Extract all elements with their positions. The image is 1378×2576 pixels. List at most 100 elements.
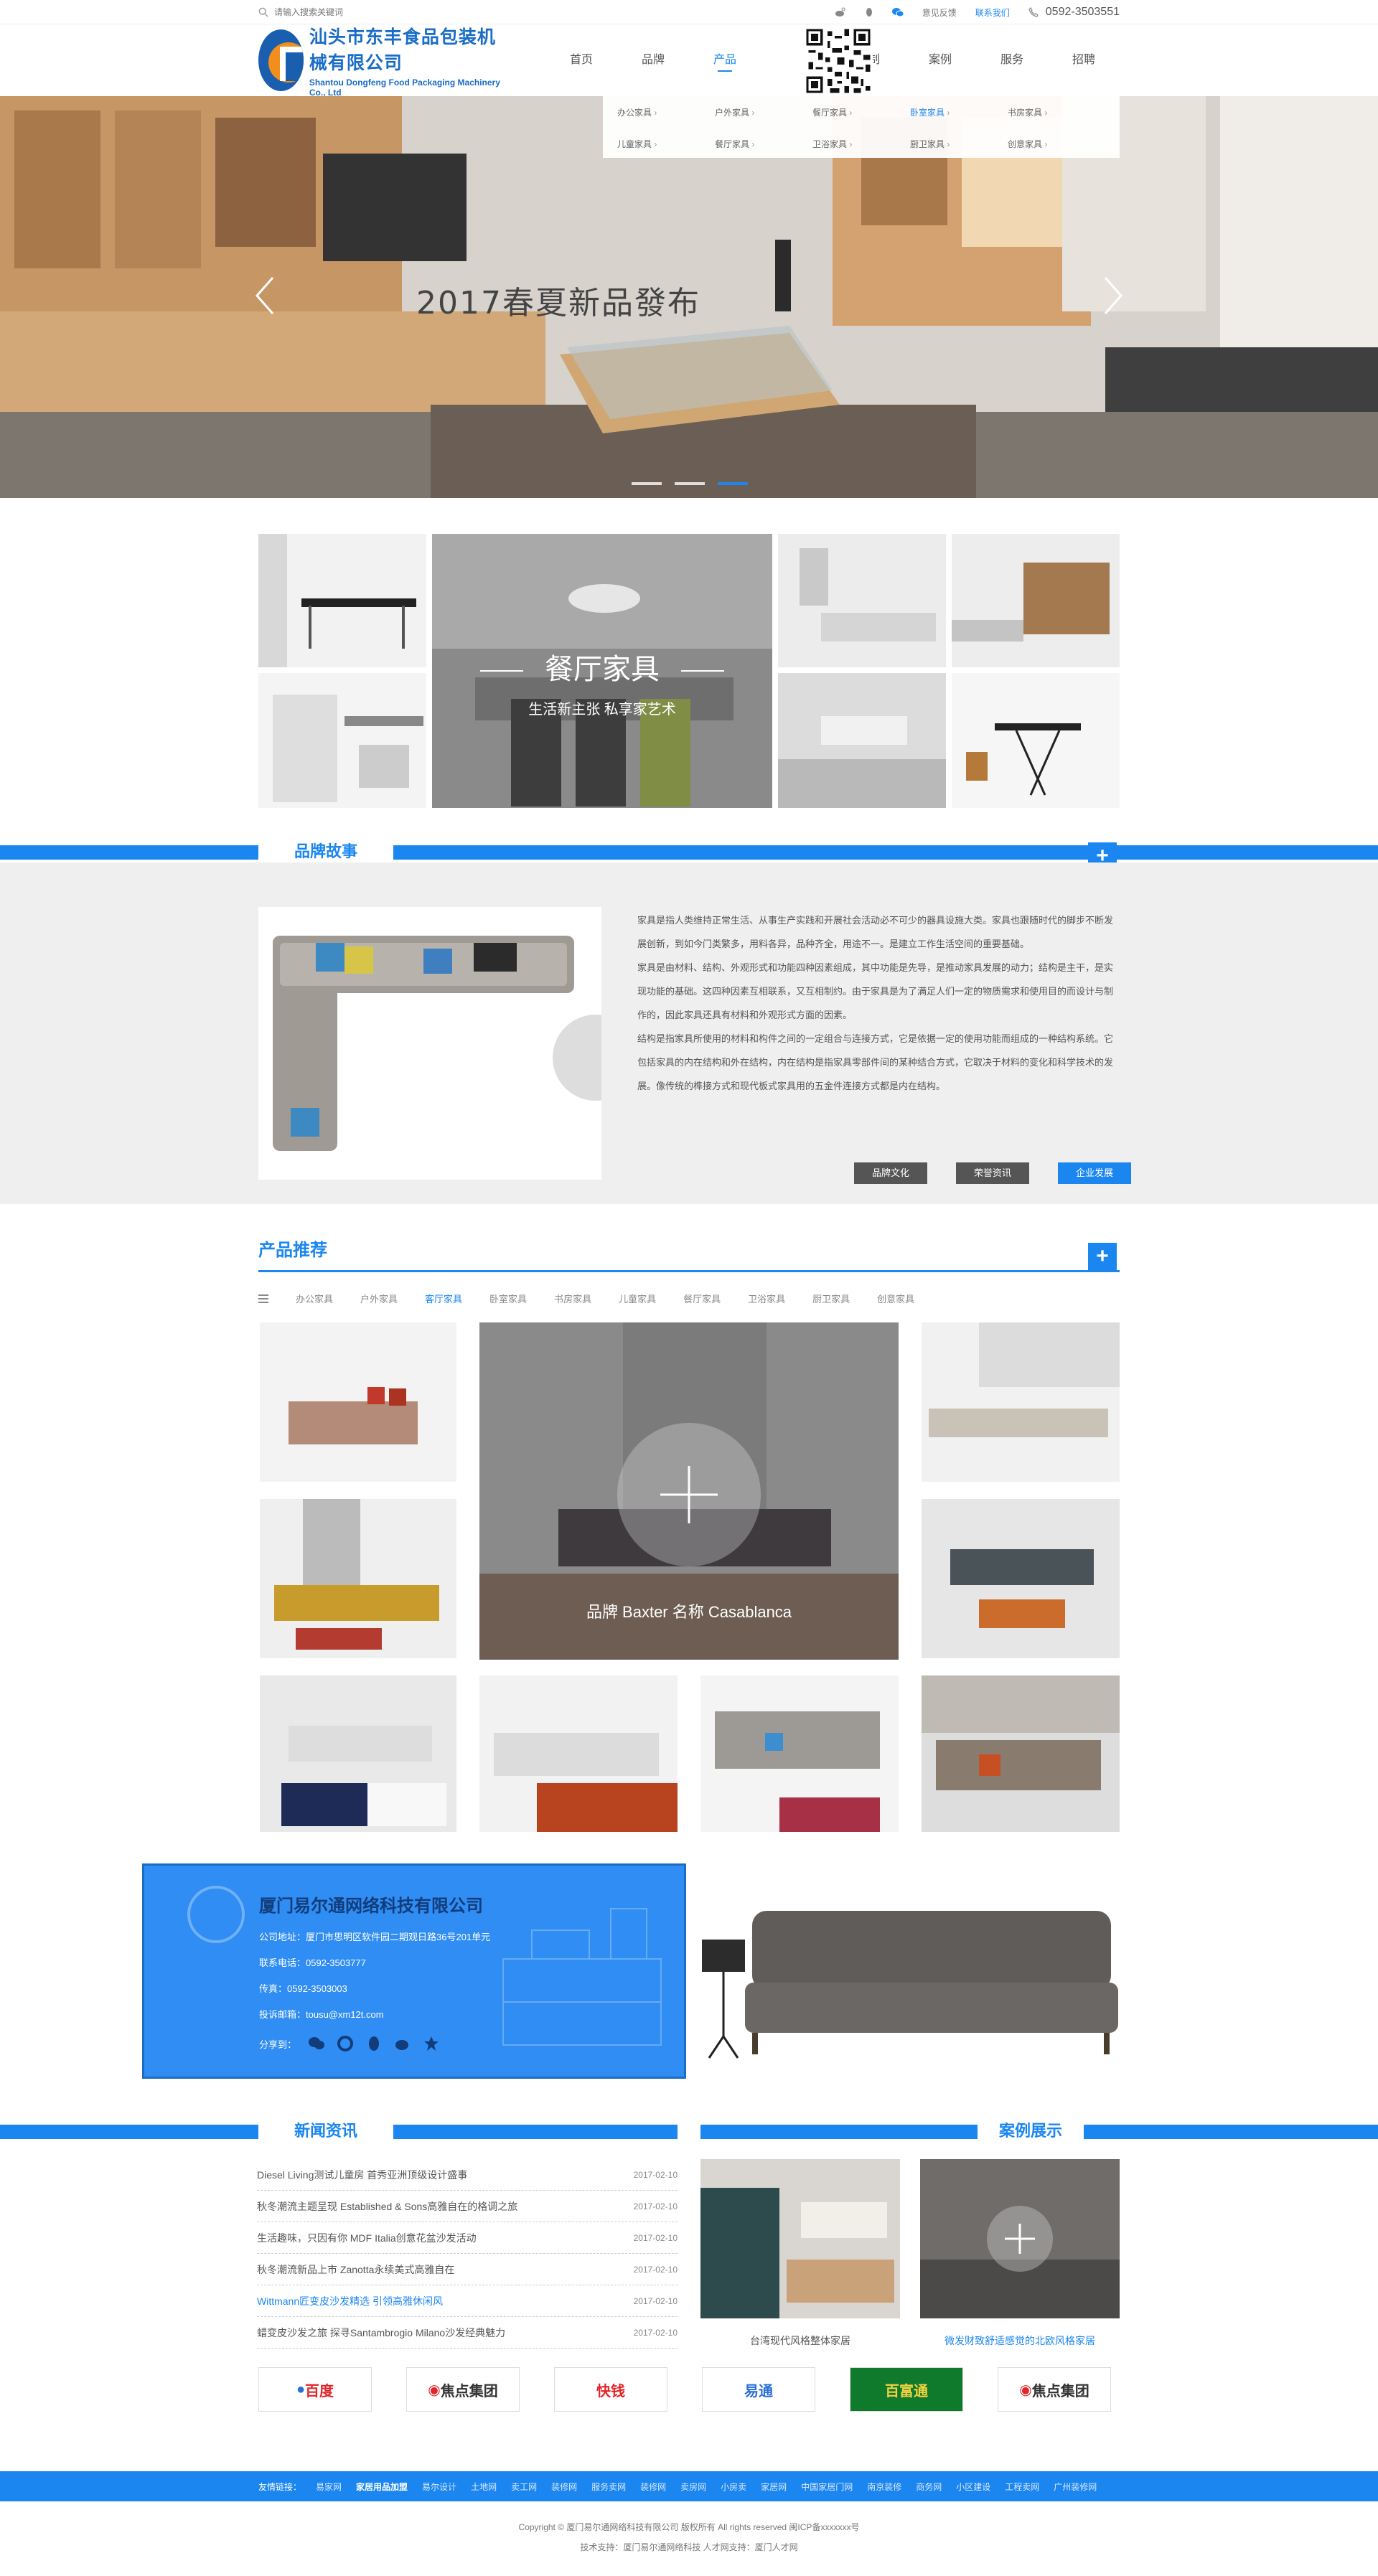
news-item[interactable]: 秋冬潮流新品上市 Zanotta永续美式高雅自在 2017-02-10	[257, 2254, 678, 2285]
product-card[interactable]	[922, 1675, 1120, 1832]
news-item[interactable]: 生活趣味，只因有你 MDF Italia创意花盆沙发活动 2017-02-10	[257, 2222, 678, 2254]
tab-bath[interactable]: 卫浴家具	[748, 1292, 785, 1305]
nav-brand[interactable]: 品牌	[617, 24, 689, 96]
search-icon[interactable]	[258, 7, 268, 17]
tab-creative[interactable]: 创意家具	[877, 1292, 914, 1305]
friend-link[interactable]: 商务网	[916, 2481, 942, 2493]
partner-logo[interactable]: 易通	[702, 2367, 815, 2412]
star-icon[interactable]	[423, 2035, 440, 2052]
nav-service[interactable]: 服务	[976, 24, 1048, 96]
category-tile[interactable]	[952, 534, 1120, 667]
products-more-button[interactable]: +	[1088, 1243, 1117, 1271]
banner-next-arrow[interactable]	[1098, 274, 1127, 317]
category-tile[interactable]	[258, 673, 426, 808]
product-card[interactable]	[260, 1675, 456, 1832]
dropdown-item[interactable]: 户外家具	[715, 106, 812, 126]
partner-logo[interactable]: 百富通	[850, 2367, 963, 2412]
banner-prev-arrow[interactable]	[251, 274, 280, 317]
tab-dining[interactable]: 餐厅家具	[683, 1292, 721, 1305]
partner-logo[interactable]: ◉ 焦点集团	[406, 2367, 520, 2412]
partner-logo[interactable]: 快钱	[554, 2367, 667, 2412]
product-card[interactable]	[700, 1675, 899, 1832]
friend-link[interactable]: 卖房网	[680, 2481, 706, 2493]
banner-dot[interactable]	[675, 482, 705, 485]
nav-cases[interactable]: 案例	[904, 24, 976, 96]
dropdown-item[interactable]: 创意家具	[1008, 138, 1105, 158]
dropdown-item[interactable]: 餐厅家具	[812, 106, 910, 126]
news-item-highlighted[interactable]: Wittmann匠变皮沙发精选 引领高雅休闲风 2017-02-10	[257, 2285, 678, 2317]
friend-link-active[interactable]: 家居用品加盟	[356, 2481, 408, 2493]
friend-link[interactable]: 装修网	[551, 2481, 577, 2493]
news-item[interactable]: 蜡变皮沙发之旅 探寻Santambrogio Milano沙发经典魅力 2017-…	[257, 2317, 678, 2349]
honor-news-button[interactable]: 荣誉资讯	[956, 1162, 1029, 1184]
product-card[interactable]	[260, 1322, 456, 1482]
dropdown-item-selected[interactable]: 卧室家具	[910, 106, 1008, 126]
category-tile[interactable]	[778, 534, 946, 667]
friend-link[interactable]: 服务卖网	[591, 2481, 626, 2493]
featured-category-tile[interactable]: 餐厅家具 生活新主张 私享家艺术	[432, 534, 772, 808]
nav-products[interactable]: 产品	[689, 24, 761, 96]
case-card[interactable]: 微发财致舒适感觉的北欧风格家居	[920, 2159, 1120, 2348]
moments-icon[interactable]	[337, 2035, 354, 2052]
banner-dot-active[interactable]	[718, 482, 748, 485]
search-area[interactable]	[258, 7, 474, 17]
contact-box: 厦门易尔通网络科技有限公司 公司地址：厦门市思明区软件园二期观日路36号201单…	[142, 1863, 686, 2079]
category-tile[interactable]	[952, 673, 1120, 808]
dropdown-item[interactable]: 儿童家具	[617, 138, 715, 158]
friend-link[interactable]: 易尔设计	[422, 2481, 456, 2493]
tab-outdoor[interactable]: 户外家具	[360, 1292, 398, 1305]
weibo-icon[interactable]	[835, 7, 846, 17]
wechat-icon[interactable]	[891, 7, 904, 17]
friend-link[interactable]: 卖工网	[511, 2481, 537, 2493]
news-item[interactable]: 秋冬潮流主题呈现 Established & Sons高雅自在的格调之旅 2017…	[257, 2191, 678, 2222]
friend-link[interactable]: 装修网	[640, 2481, 666, 2493]
dropdown-item[interactable]: 卫浴家具	[812, 138, 910, 158]
product-card[interactable]	[479, 1675, 678, 1832]
wechat-icon[interactable]	[308, 2035, 325, 2052]
news-item[interactable]: Diesel Living测试儿童房 首秀亚洲顶级设计盛事 2017-02-10	[257, 2159, 678, 2191]
tab-kids[interactable]: 儿童家具	[619, 1292, 656, 1305]
site-logo[interactable]: 汕头市东丰食品包装机械有限公司 Shantou Dongfeng Food Pa…	[258, 23, 514, 98]
search-input[interactable]	[274, 7, 461, 17]
friend-link[interactable]: 易家网	[316, 2481, 342, 2493]
case-card[interactable]: 台湾现代风格整体家居	[700, 2159, 900, 2348]
qq-icon[interactable]	[863, 7, 875, 17]
category-tile[interactable]	[258, 534, 426, 667]
feedback-link[interactable]: 意见反馈	[922, 6, 957, 19]
category-tile[interactable]	[778, 673, 946, 808]
copyright-text: Copyright © 厦门易尔通网络科技有限公司 版权所有 All right…	[518, 2522, 860, 2532]
friend-link[interactable]: 中国家居门网	[801, 2481, 853, 2493]
friend-link[interactable]: 家居网	[761, 2481, 787, 2493]
company-dev-button[interactable]: 企业发展	[1058, 1162, 1131, 1184]
products-header: 产品推荐 +	[258, 1236, 1120, 1279]
featured-product-card[interactable]: 品牌 Baxter 名称 Casablanca	[479, 1322, 899, 1660]
friend-link[interactable]: 广州装修网	[1054, 2481, 1097, 2493]
dropdown-item[interactable]: 厨卫家具	[910, 138, 1008, 158]
banner-dot[interactable]	[632, 482, 662, 485]
tab-study[interactable]: 书房家具	[554, 1292, 591, 1305]
dropdown-item[interactable]: 餐厅家具	[715, 138, 812, 158]
partner-logo[interactable]: ◉ 焦点集团	[998, 2367, 1111, 2412]
product-card[interactable]	[922, 1322, 1120, 1482]
friend-link[interactable]: 工程卖网	[1005, 2481, 1039, 2493]
contact-link[interactable]: 联系我们	[975, 6, 1010, 19]
tab-living-room[interactable]: 客厅家具	[425, 1292, 462, 1305]
qq-icon[interactable]	[365, 2035, 383, 2052]
nav-home[interactable]: 首页	[545, 24, 617, 96]
tab-office[interactable]: 办公家具	[296, 1292, 333, 1305]
tab-bedroom[interactable]: 卧室家具	[489, 1292, 527, 1305]
dropdown-item[interactable]: 办公家具	[617, 106, 715, 126]
partner-logo[interactable]: ● 百度	[258, 2367, 372, 2412]
product-card[interactable]	[260, 1499, 456, 1658]
product-card[interactable]	[922, 1499, 1120, 1658]
friend-link[interactable]: 小区建设	[956, 2481, 990, 2493]
brand-culture-button[interactable]: 品牌文化	[854, 1162, 927, 1184]
friend-link[interactable]: 土地网	[471, 2481, 497, 2493]
contact-logo-watermark	[187, 1886, 245, 1943]
nav-jobs[interactable]: 招聘	[1048, 24, 1120, 96]
tab-kitchen[interactable]: 厨卫家具	[812, 1292, 850, 1305]
weibo-icon[interactable]	[394, 2035, 411, 2052]
friend-link[interactable]: 小房卖	[721, 2481, 746, 2493]
dropdown-item[interactable]: 书房家具	[1008, 106, 1105, 126]
friend-link[interactable]: 南京装修	[867, 2481, 901, 2493]
